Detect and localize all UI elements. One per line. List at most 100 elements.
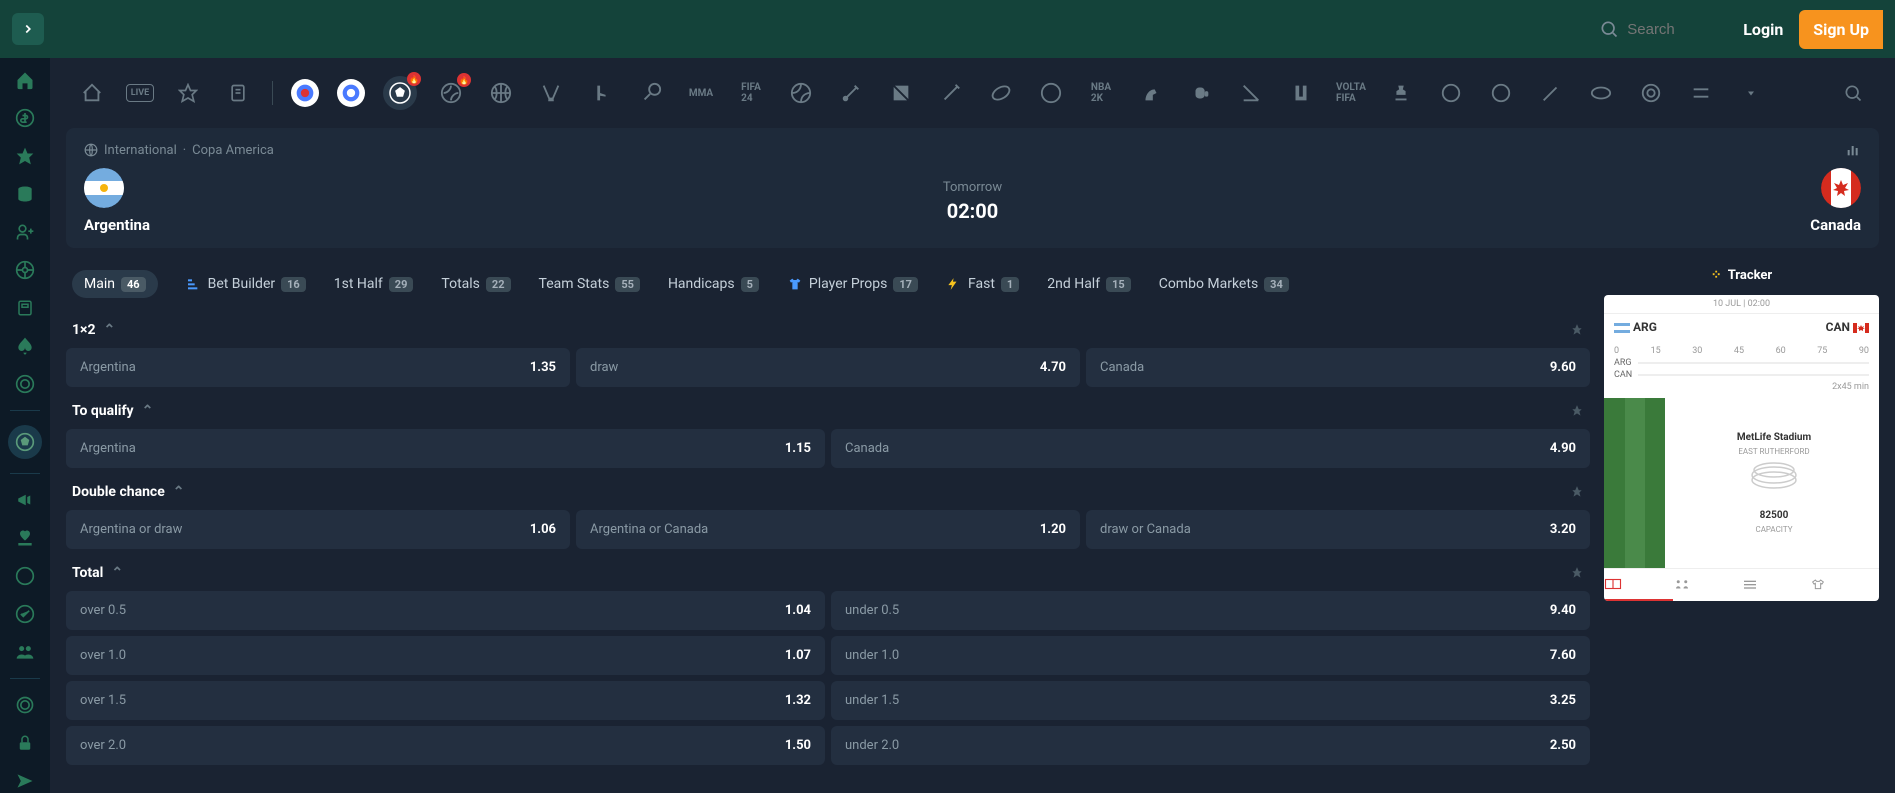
- futsal-icon[interactable]: [1235, 77, 1267, 109]
- market-qualify: To qualify⌃ Argentina1.15 Canada4.90: [66, 393, 1590, 468]
- voltafifa-icon[interactable]: VOLTAFIFA: [1335, 77, 1367, 109]
- basketball-icon[interactable]: [485, 77, 517, 109]
- home-sport-icon[interactable]: [76, 77, 108, 109]
- tab-combo[interactable]: Combo Markets34: [1159, 276, 1289, 292]
- expand-button[interactable]: [12, 13, 44, 45]
- more-sports-icon[interactable]: [1735, 77, 1767, 109]
- favorites-icon[interactable]: [172, 77, 204, 109]
- nba2k-icon[interactable]: NBA2K: [1085, 77, 1117, 109]
- canada-flag-icon: [1821, 168, 1861, 208]
- boxing-icon[interactable]: [1185, 77, 1217, 109]
- sport-search-icon[interactable]: [1837, 77, 1869, 109]
- soccer-sport-icon[interactable]: 🔥: [383, 76, 417, 110]
- outcome-dc-x2[interactable]: draw or Canada3.20: [1086, 510, 1590, 549]
- amfootball-icon[interactable]: [985, 77, 1017, 109]
- slot-icon[interactable]: [13, 296, 37, 320]
- tab-handicaps[interactable]: Handicaps5: [668, 276, 759, 292]
- coin-icon[interactable]: [13, 693, 37, 717]
- chess-icon[interactable]: [1385, 77, 1417, 109]
- pin-icon[interactable]: [1570, 566, 1584, 580]
- outcome-over-10[interactable]: over 1.01.07: [66, 636, 825, 675]
- tab-bet-builder[interactable]: Bet Builder16: [186, 276, 306, 292]
- market-total-title[interactable]: Total⌃: [66, 555, 1590, 591]
- tab-totals[interactable]: Totals22: [441, 276, 510, 292]
- top-icon-1[interactable]: [291, 79, 319, 107]
- users-icon[interactable]: [13, 640, 37, 664]
- soccer-icon[interactable]: [8, 425, 42, 459]
- outcome-dc-1x[interactable]: Argentina or draw1.06: [66, 510, 570, 549]
- outcome-under-10[interactable]: under 1.07.60: [831, 636, 1590, 675]
- mma-icon[interactable]: MMA: [685, 77, 717, 109]
- efootball-icon[interactable]: [1685, 77, 1717, 109]
- rugby-icon[interactable]: [1585, 77, 1617, 109]
- outcome-dc-12[interactable]: Argentina or Canada1.20: [576, 510, 1080, 549]
- search-input[interactable]: [1627, 21, 1707, 38]
- tab-main[interactable]: Main46: [72, 270, 158, 298]
- outcome-qualify-away[interactable]: Canada4.90: [831, 429, 1590, 468]
- pin-icon[interactable]: [1570, 323, 1584, 337]
- outcome-under-05[interactable]: under 0.59.40: [831, 591, 1590, 630]
- tab-team-stats[interactable]: Team Stats55: [539, 276, 640, 292]
- fifa-icon[interactable]: FIFA24: [735, 77, 767, 109]
- market-1x2-title[interactable]: 1×2⌃: [66, 312, 1590, 348]
- cs-icon[interactable]: [585, 77, 617, 109]
- cricket-icon[interactable]: [835, 77, 867, 109]
- home-icon[interactable]: [13, 68, 37, 92]
- tab-player-props[interactable]: Player Props17: [787, 276, 918, 292]
- heart-hand-icon[interactable]: [13, 526, 37, 550]
- breadcrumb[interactable]: International · Copa America: [84, 142, 1861, 158]
- dota-icon[interactable]: [885, 77, 917, 109]
- coins-icon[interactable]: [13, 182, 37, 206]
- outcome-over-20[interactable]: over 2.01.50: [66, 726, 825, 765]
- doc-icon[interactable]: [222, 77, 254, 109]
- baseball-icon[interactable]: [935, 77, 967, 109]
- megaphone-icon[interactable]: [13, 488, 37, 512]
- spade-icon[interactable]: [13, 334, 37, 358]
- tab-2nd-half[interactable]: 2nd Half15: [1047, 276, 1130, 292]
- chip-icon[interactable]: [13, 372, 37, 396]
- outcome-qualify-home[interactable]: Argentina1.15: [66, 429, 825, 468]
- lol-icon[interactable]: [1285, 77, 1317, 109]
- outcome-under-20[interactable]: under 2.02.50: [831, 726, 1590, 765]
- tennis-icon[interactable]: 🔥: [435, 77, 467, 109]
- badminton-icon[interactable]: [1535, 77, 1567, 109]
- hockey-icon[interactable]: [535, 77, 567, 109]
- outcome-over-05[interactable]: over 0.51.04: [66, 591, 825, 630]
- lock-icon[interactable]: [13, 731, 37, 755]
- search-box[interactable]: [1599, 19, 1707, 39]
- horse-icon[interactable]: [1135, 77, 1167, 109]
- wheel-icon[interactable]: [13, 258, 37, 282]
- sport-extra-2-icon[interactable]: [1485, 77, 1517, 109]
- star-icon[interactable]: [13, 144, 37, 168]
- market-dc-title[interactable]: Double chance⌃: [66, 474, 1590, 510]
- outcome-over-15[interactable]: over 1.51.32: [66, 681, 825, 720]
- plane-icon[interactable]: [13, 769, 37, 793]
- signup-button[interactable]: Sign Up: [1799, 10, 1883, 49]
- user-plus-icon[interactable]: [13, 220, 37, 244]
- ball-icon[interactable]: [13, 564, 37, 588]
- pin-icon[interactable]: [1570, 485, 1584, 499]
- dollar-icon[interactable]: [13, 106, 37, 130]
- outcome-1x2-away[interactable]: Canada9.60: [1086, 348, 1590, 387]
- pin-icon[interactable]: [1570, 404, 1584, 418]
- tracker-tab-pitch[interactable]: [1604, 569, 1673, 601]
- tracker-tab-lineup[interactable]: [1673, 569, 1742, 601]
- login-button[interactable]: Login: [1727, 20, 1799, 39]
- darts-icon[interactable]: [1635, 77, 1667, 109]
- handball-icon[interactable]: [1035, 77, 1067, 109]
- telegram-icon[interactable]: [13, 602, 37, 626]
- tracker-tab-kit[interactable]: [1810, 569, 1879, 601]
- outcome-1x2-home[interactable]: Argentina1.35: [66, 348, 570, 387]
- outcome-under-15[interactable]: under 1.53.25: [831, 681, 1590, 720]
- top-icon-2[interactable]: [337, 79, 365, 107]
- volleyball-icon[interactable]: [785, 77, 817, 109]
- live-icon[interactable]: LIVE: [126, 84, 154, 102]
- tracker-tab-stats[interactable]: [1742, 569, 1811, 601]
- outcome-1x2-draw[interactable]: draw4.70: [576, 348, 1080, 387]
- stats-icon[interactable]: [1845, 142, 1861, 158]
- tab-fast[interactable]: Fast1: [946, 276, 1019, 292]
- table-tennis-icon[interactable]: [635, 77, 667, 109]
- tab-1st-half[interactable]: 1st Half29: [334, 276, 414, 292]
- market-qualify-title[interactable]: To qualify⌃: [66, 393, 1590, 429]
- sport-extra-1-icon[interactable]: [1435, 77, 1467, 109]
